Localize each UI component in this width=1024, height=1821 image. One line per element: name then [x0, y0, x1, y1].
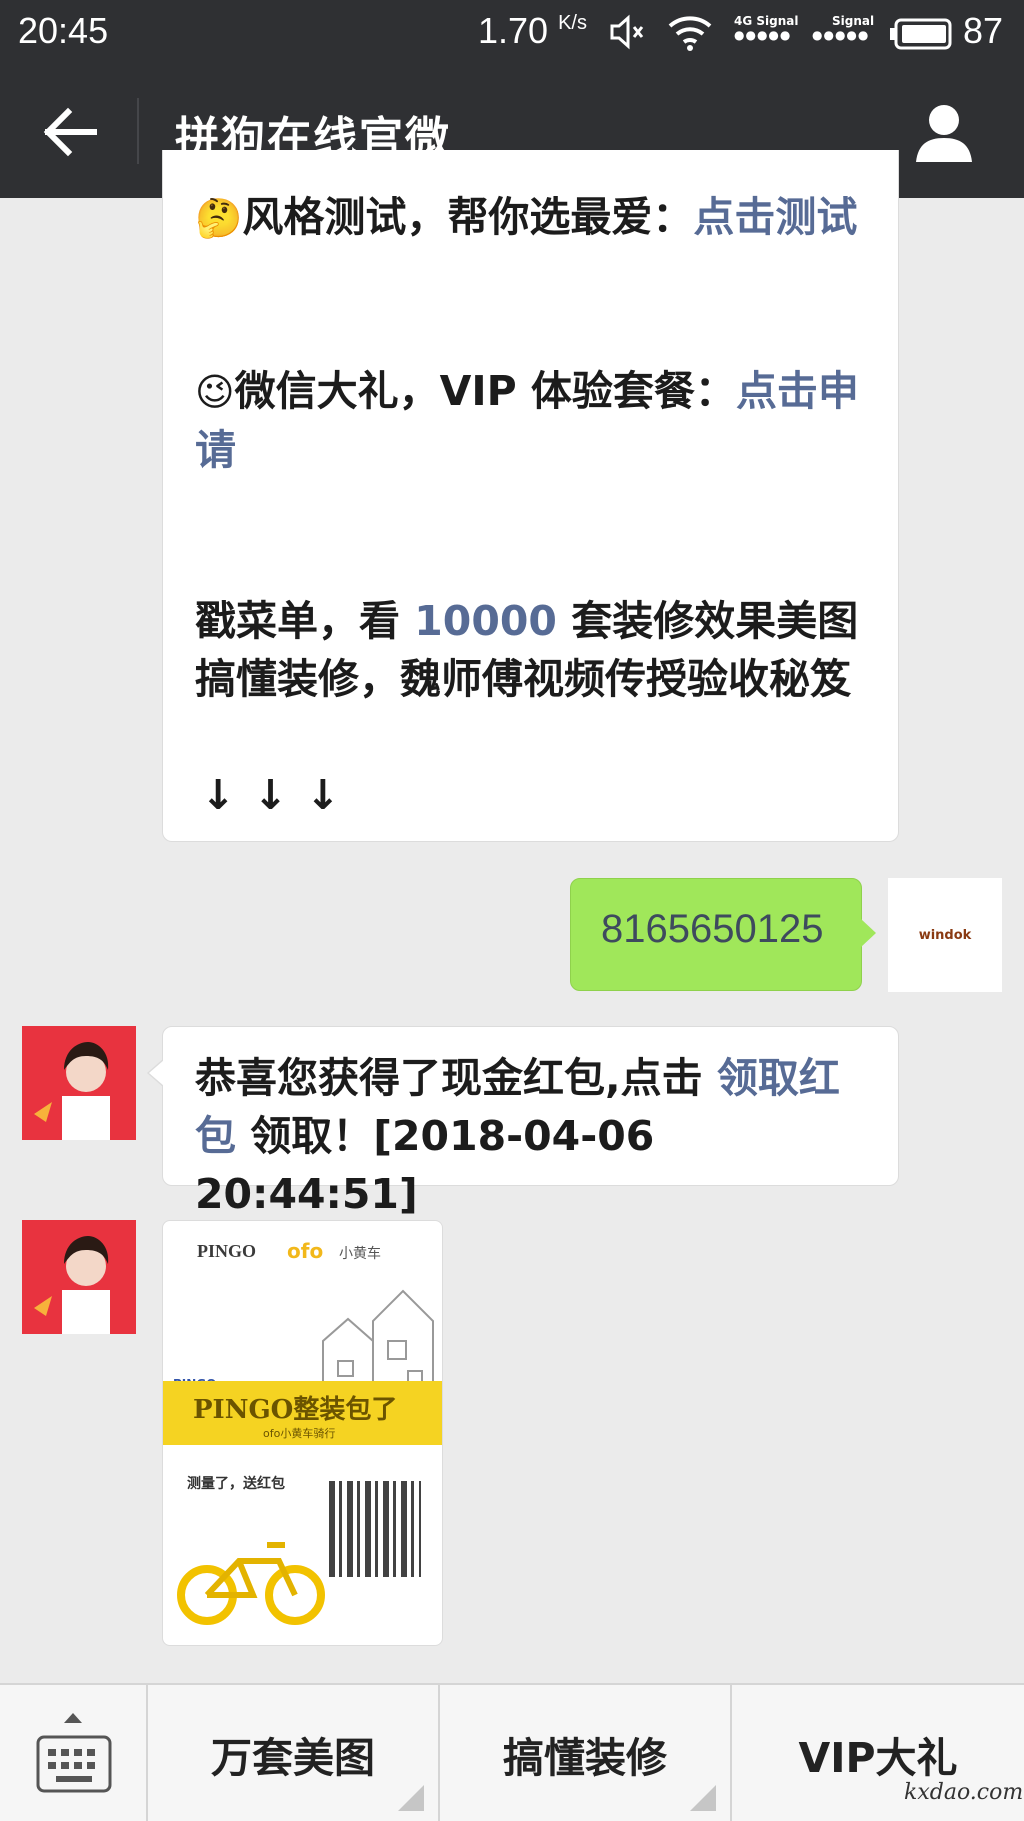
woman-portrait-icon: [22, 1026, 136, 1140]
battery-icon: [890, 18, 952, 54]
menu-item-gallery[interactable]: 万套美图: [148, 1685, 438, 1821]
poster-banner: PINGO整装包了 ofo小黄车骑行: [163, 1381, 442, 1445]
message-1-line-3: 戳菜单，看 10000 套装修效果美图搞懂装修，魏师傅视频传授验收秘笈: [195, 597, 859, 703]
mute-icon: [606, 12, 646, 56]
chevron-up-icon: [64, 1713, 82, 1723]
signal-icon-1: 4G Signal ●●●●●: [734, 14, 799, 42]
message-1-line-1: 🤔风格测试，帮你选最爱：点击测试: [195, 193, 858, 241]
menu-item-label: VIP大礼: [798, 1734, 958, 1782]
poster-partner: ofo: [287, 1239, 324, 1263]
qr-code-icon: [329, 1481, 421, 1577]
wifi-icon: [668, 12, 712, 56]
message-1-line-2: 😉微信大礼，VIP 体验套餐：点击申请: [195, 367, 859, 474]
menu-item-label: 搞懂装修: [503, 1734, 667, 1782]
status-time: 20:45: [18, 10, 109, 51]
poster-image-message[interactable]: PINGO ofo 小黄车 PINGO PINGO整装包了 ofo小黄车骑行 测…: [162, 1220, 443, 1646]
red-packet-text: 恭喜您获得了现金红包,点击 领取红包 领取！[2018-04-06 20:44:…: [195, 1054, 840, 1218]
watermark: kxdao.com: [904, 1780, 1024, 1805]
sent-message: 8165650125: [570, 878, 876, 991]
title-divider: [137, 98, 139, 164]
back-arrow-icon: [43, 107, 97, 157]
bubble-tail: [861, 919, 876, 947]
down-arrows: ↓↓↓: [201, 771, 359, 819]
thinking-face-icon: 🤔: [195, 196, 243, 240]
profile-button[interactable]: [912, 100, 976, 164]
status-bar: 20:45 1.70 K/s 4G Signal ●●●●● Signal ●●●●…: [0, 0, 1024, 64]
style-test-link[interactable]: 点击测试: [693, 193, 857, 241]
user-avatar-logo-text: windok: [918, 928, 972, 943]
bicycle-icon: [177, 1542, 325, 1625]
user-avatar[interactable]: windok: [888, 878, 1002, 992]
keyboard-toggle-button[interactable]: [0, 1685, 146, 1821]
official-account-avatar[interactable]: [22, 1026, 136, 1140]
submenu-indicator-icon: [398, 1785, 424, 1811]
poster-partner-cn: 小黄车: [339, 1246, 381, 1262]
message-bubble-3: 恭喜您获得了现金红包,点击 领取红包 领取！[2018-04-06 20:44:…: [147, 1026, 899, 1218]
bottom-menu-bar: 万套美图 搞懂装修 VIP大礼: [0, 1683, 1024, 1821]
keyboard-icon: [36, 1735, 112, 1793]
network-speed: 1.70 K/s: [478, 10, 587, 51]
poster-brand: PINGO: [197, 1241, 257, 1261]
message-bubble-1: 🤔风格测试，帮你选最爱：点击测试 😉微信大礼，VIP 体验套餐：点击申请 戳菜单…: [162, 150, 899, 842]
count-highlight: 10000: [414, 597, 557, 645]
signal-icon-2: Signal ●●●●●: [812, 14, 875, 42]
back-button[interactable]: [40, 104, 100, 160]
poster-bottom-text: 测量了，送红包: [187, 1476, 285, 1492]
sent-message-text: 8165650125: [601, 907, 824, 951]
menu-item-label: 万套美图: [211, 1734, 375, 1782]
woman-portrait-icon: [22, 1220, 136, 1334]
person-icon: [916, 105, 972, 162]
smiling-face-icon: 😉: [195, 370, 235, 414]
submenu-indicator-icon: [690, 1785, 716, 1811]
menu-item-renovation[interactable]: 搞懂装修: [440, 1685, 730, 1821]
official-account-avatar-2[interactable]: [22, 1220, 136, 1334]
battery-percent: 87: [963, 10, 1004, 51]
